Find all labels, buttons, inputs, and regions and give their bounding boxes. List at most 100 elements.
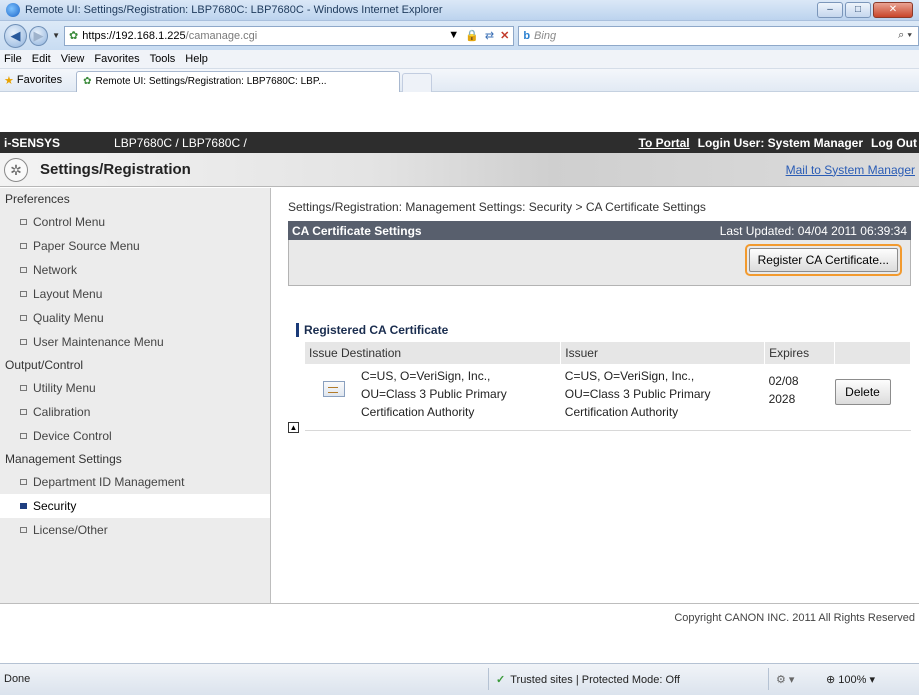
- refresh-icon[interactable]: ⇄: [485, 29, 494, 42]
- destination-line: Certification Authority: [361, 405, 475, 419]
- sidebar-item-security[interactable]: Security: [0, 494, 270, 518]
- favorites-bar: ★ Favorites ✿ Remote UI: Settings/Regist…: [0, 69, 919, 92]
- sidebar-item-network[interactable]: Network: [0, 258, 270, 282]
- sidebar-item-label: Department ID Management: [33, 475, 185, 489]
- bullet-icon: [20, 243, 27, 249]
- sidebar-item-department-id-management[interactable]: Department ID Management: [0, 470, 270, 494]
- sidebar-item-layout-menu[interactable]: Layout Menu: [0, 282, 270, 306]
- register-ca-certificate-button[interactable]: Register CA Certificate...: [748, 248, 898, 272]
- favorites-star-icon[interactable]: ★: [4, 74, 14, 87]
- sidebar: Preferences Control Menu Paper Source Me…: [0, 188, 271, 603]
- zoom-value: 100%: [838, 674, 867, 686]
- tab-title: Remote UI: Settings/Registration: LBP768…: [95, 76, 327, 87]
- destination-line: OU=Class 3 Public Primary: [361, 387, 507, 401]
- search-input[interactable]: b Bing ⌕ ▾: [518, 25, 919, 46]
- last-updated: Last Updated: 04/04 2011 06:39:34: [719, 223, 907, 238]
- zoom-level[interactable]: ⊕ 100% ▾: [826, 673, 875, 686]
- delete-button[interactable]: Delete: [834, 379, 891, 405]
- sidebar-item-label: Security: [33, 499, 77, 513]
- logout-link[interactable]: Log Out: [871, 136, 917, 150]
- browser-tab[interactable]: ✿ Remote UI: Settings/Registration: LBP7…: [76, 70, 401, 92]
- certificate-table: Issue Destination Issuer Expires C=US, O…: [305, 342, 911, 431]
- ca-certificate-panel-body: Register CA Certificate...: [288, 240, 911, 286]
- sidebar-item-device-control[interactable]: Device Control: [0, 424, 270, 448]
- sidebar-item-label: Device Control: [33, 429, 112, 443]
- sidebar-item-label: Network: [33, 263, 78, 277]
- issuer-line: Certification Authority: [564, 405, 679, 419]
- close-button[interactable]: ✕: [873, 2, 913, 18]
- registered-ca-certificate-heading: Registered CA Certificate: [296, 323, 448, 337]
- sidebar-heading-output-control: Output/Control: [5, 358, 84, 372]
- sidebar-item-label: License/Other: [33, 523, 108, 537]
- mail-to-system-manager-link[interactable]: Mail to System Manager: [786, 163, 919, 177]
- menu-bar: File Edit View Favorites Tools Help: [0, 50, 919, 69]
- table-header-row: Issue Destination Issuer Expires: [305, 342, 911, 364]
- new-tab-button[interactable]: [402, 72, 433, 92]
- url-path: /camanage.cgi: [185, 29, 258, 42]
- window-title: Remote UI: Settings/Registration: LBP768…: [25, 4, 443, 16]
- sidebar-item-paper-source-menu[interactable]: Paper Source Menu: [0, 234, 270, 258]
- sidebar-item-user-maintenance-menu[interactable]: User Maintenance Menu: [0, 330, 270, 354]
- site-favicon-icon: ✿: [69, 30, 79, 42]
- navigation-bar: ◀ ▶ ▼ ✿ https://192.168.1.225 /camanage.…: [0, 21, 919, 50]
- bullet-icon: [20, 409, 27, 415]
- brand-header: i-SENSYS LBP7680C / LBP7680C / To Portal…: [0, 132, 919, 153]
- address-dropdown-icon[interactable]: ▼: [448, 29, 459, 42]
- certificate-icon[interactable]: [323, 381, 345, 397]
- menu-tools[interactable]: Tools: [150, 53, 176, 65]
- window-titlebar: Remote UI: Settings/Registration: LBP768…: [0, 0, 919, 21]
- minimize-button[interactable]: –: [817, 2, 843, 18]
- address-bar[interactable]: ✿ https://192.168.1.225 /camanage.cgi ▼ …: [64, 25, 515, 46]
- lock-icon[interactable]: 🔒: [465, 29, 479, 42]
- to-portal-link[interactable]: To Portal: [639, 136, 690, 150]
- sidebar-item-license-other[interactable]: License/Other: [0, 518, 270, 542]
- security-zone[interactable]: ✓ Trusted sites | Protected Mode: Off: [496, 673, 680, 687]
- sidebar-item-label: Utility Menu: [33, 381, 96, 395]
- sidebar-item-control-menu[interactable]: Control Menu: [0, 210, 270, 234]
- menu-view[interactable]: View: [61, 53, 85, 65]
- menu-file[interactable]: File: [4, 53, 22, 65]
- menu-favorites[interactable]: Favorites: [94, 53, 139, 65]
- sidebar-item-calibration[interactable]: Calibration: [0, 400, 270, 424]
- forward-button[interactable]: ▶: [28, 25, 49, 46]
- column-header-issuer: Issuer: [560, 342, 766, 364]
- bullet-icon: [20, 315, 27, 321]
- search-icon[interactable]: ⌕ ▾: [898, 29, 918, 42]
- issuer-line: OU=Class 3 Public Primary: [564, 387, 711, 401]
- ie-logo-icon: [6, 3, 20, 17]
- page-title: Settings/Registration: [40, 161, 191, 178]
- tab-favicon-icon: ✿: [83, 76, 92, 87]
- sidebar-item-quality-menu[interactable]: Quality Menu: [0, 306, 270, 330]
- stop-icon[interactable]: ✕: [500, 29, 509, 42]
- url-host: https://192.168.1.225: [82, 29, 186, 42]
- menu-help[interactable]: Help: [185, 53, 208, 65]
- sidebar-heading-management-settings: Management Settings: [5, 452, 122, 466]
- sidebar-item-label: User Maintenance Menu: [33, 335, 164, 349]
- main-content: Settings/Registration: Management Settin…: [272, 188, 919, 603]
- column-header-issue-destination: Issue Destination: [305, 342, 562, 364]
- sidebar-item-utility-menu[interactable]: Utility Menu: [0, 376, 270, 400]
- copyright: Copyright CANON INC. 2011 All Rights Res…: [674, 612, 915, 624]
- bing-icon: b: [523, 29, 531, 42]
- menu-edit[interactable]: Edit: [32, 53, 51, 65]
- favorites-button[interactable]: Favorites: [17, 74, 62, 86]
- check-icon: ✓: [496, 674, 506, 686]
- expires-line: 2028: [768, 392, 796, 406]
- gears-icon[interactable]: ⚙ ▾: [776, 673, 794, 686]
- back-to-top-icon[interactable]: ▲: [288, 422, 299, 433]
- issue-destination-cell: C=US, O=VeriSign, Inc., OU=Class 3 Publi…: [305, 364, 561, 431]
- maximize-button[interactable]: □: [845, 2, 871, 18]
- register-button-highlight: Register CA Certificate...: [744, 244, 902, 276]
- bullet-icon: [20, 339, 27, 345]
- bullet-icon: [20, 503, 27, 509]
- bullet-icon: [20, 385, 27, 391]
- status-bar: Done ✓ Trusted sites | Protected Mode: O…: [0, 663, 919, 695]
- bullet-icon: [20, 291, 27, 297]
- device-model: LBP7680C / LBP7680C /: [114, 135, 247, 150]
- expires-cell: 02/08 2028: [764, 364, 835, 431]
- history-dropdown-icon[interactable]: ▼: [52, 31, 60, 40]
- back-button[interactable]: ◀: [4, 23, 27, 48]
- bullet-icon: [20, 433, 27, 439]
- status-separator: [768, 668, 769, 690]
- issuer-line: C=US, O=VeriSign, Inc.,: [564, 369, 695, 383]
